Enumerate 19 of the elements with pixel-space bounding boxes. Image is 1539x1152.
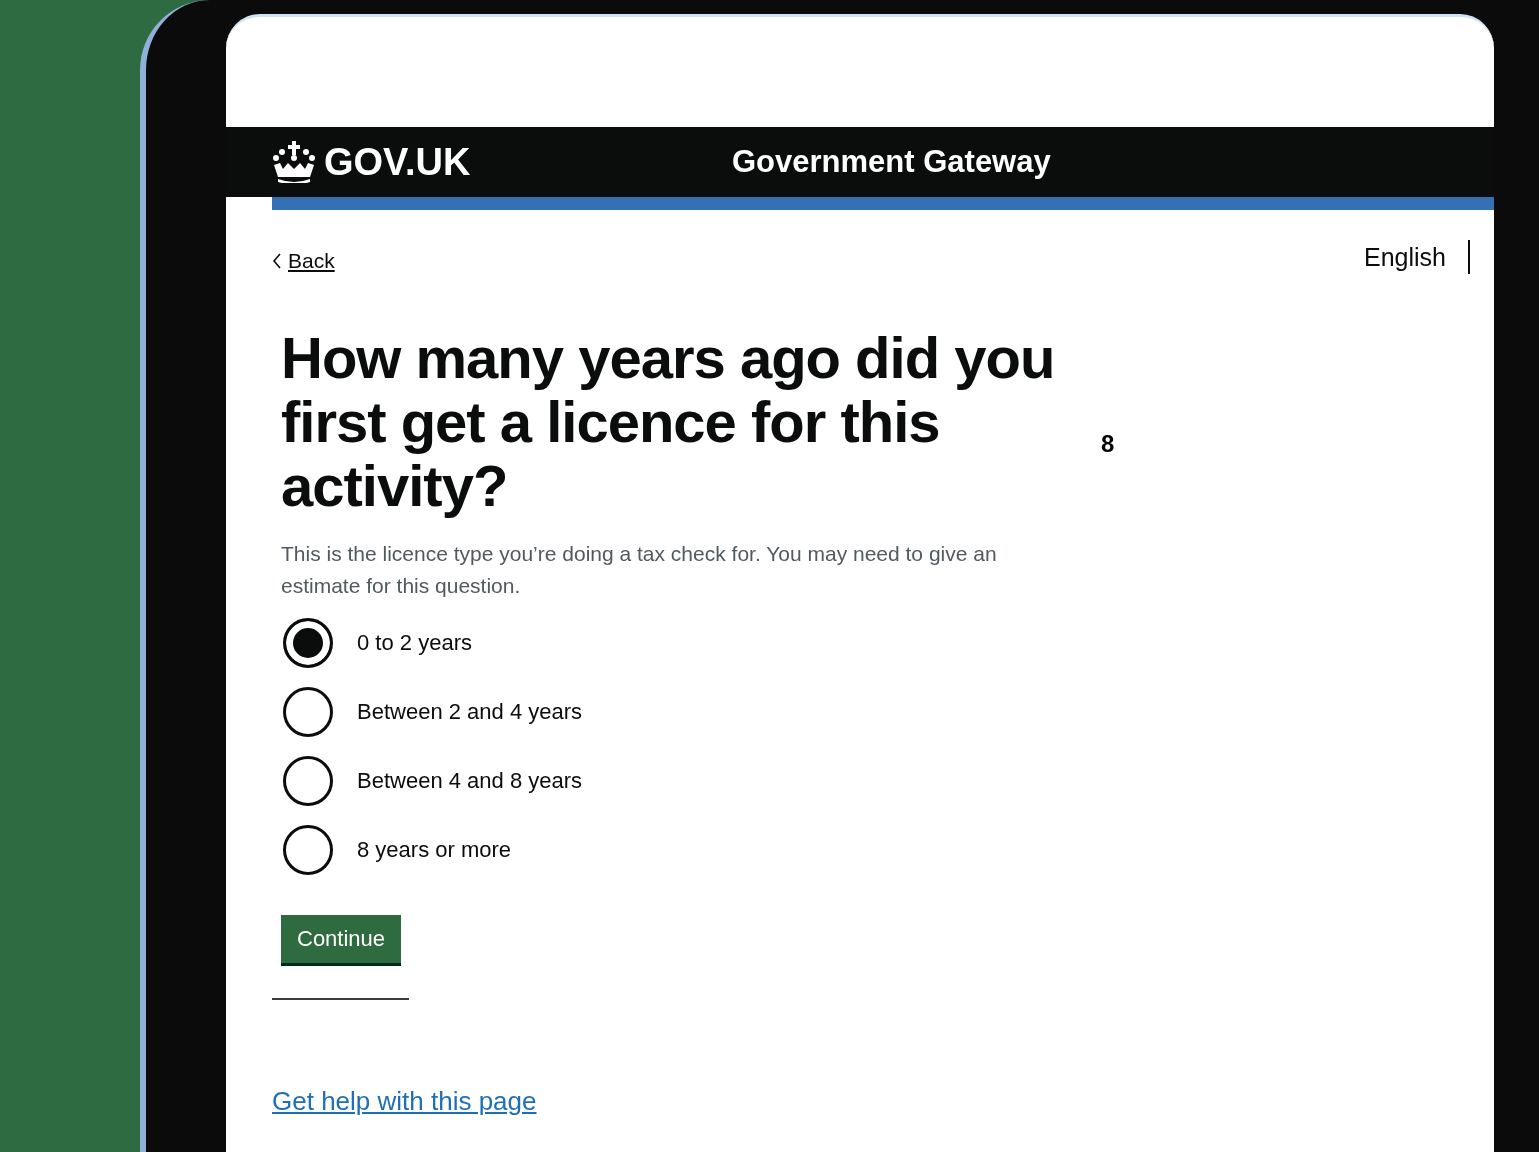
hint-text: This is the licence type you’re doing a tax check for. You may need to give an estimate for this question. (281, 541, 998, 599)
option-label[interactable]: 0 to 2 years (357, 630, 472, 656)
chevron-icon (272, 253, 282, 269)
help-link[interactable]: Get help with this page (272, 1086, 537, 1117)
question-heading: How many years ago did you first get a licence for this activity? (281, 326, 1056, 518)
radio-button[interactable] (283, 618, 333, 668)
option-label[interactable]: 8 years or more (357, 837, 512, 863)
radio-button[interactable] (283, 687, 333, 737)
radio-button[interactable] (283, 756, 333, 806)
option-label[interactable]: Between 2 and 4 years (357, 699, 583, 725)
radio-button[interactable] (283, 825, 333, 875)
service-name: Government Gateway (732, 144, 1051, 180)
logo-text[interactable]: GOV.UK (324, 140, 471, 184)
option-label[interactable]: Between 4 and 8 years (357, 768, 583, 794)
crown-icon (272, 141, 316, 183)
text-fragment: 8 (1101, 430, 1115, 458)
language-toggle[interactable]: English (1364, 240, 1470, 274)
continue-button[interactable]: Continue (281, 915, 402, 963)
back-link[interactable]: Back (272, 249, 335, 273)
